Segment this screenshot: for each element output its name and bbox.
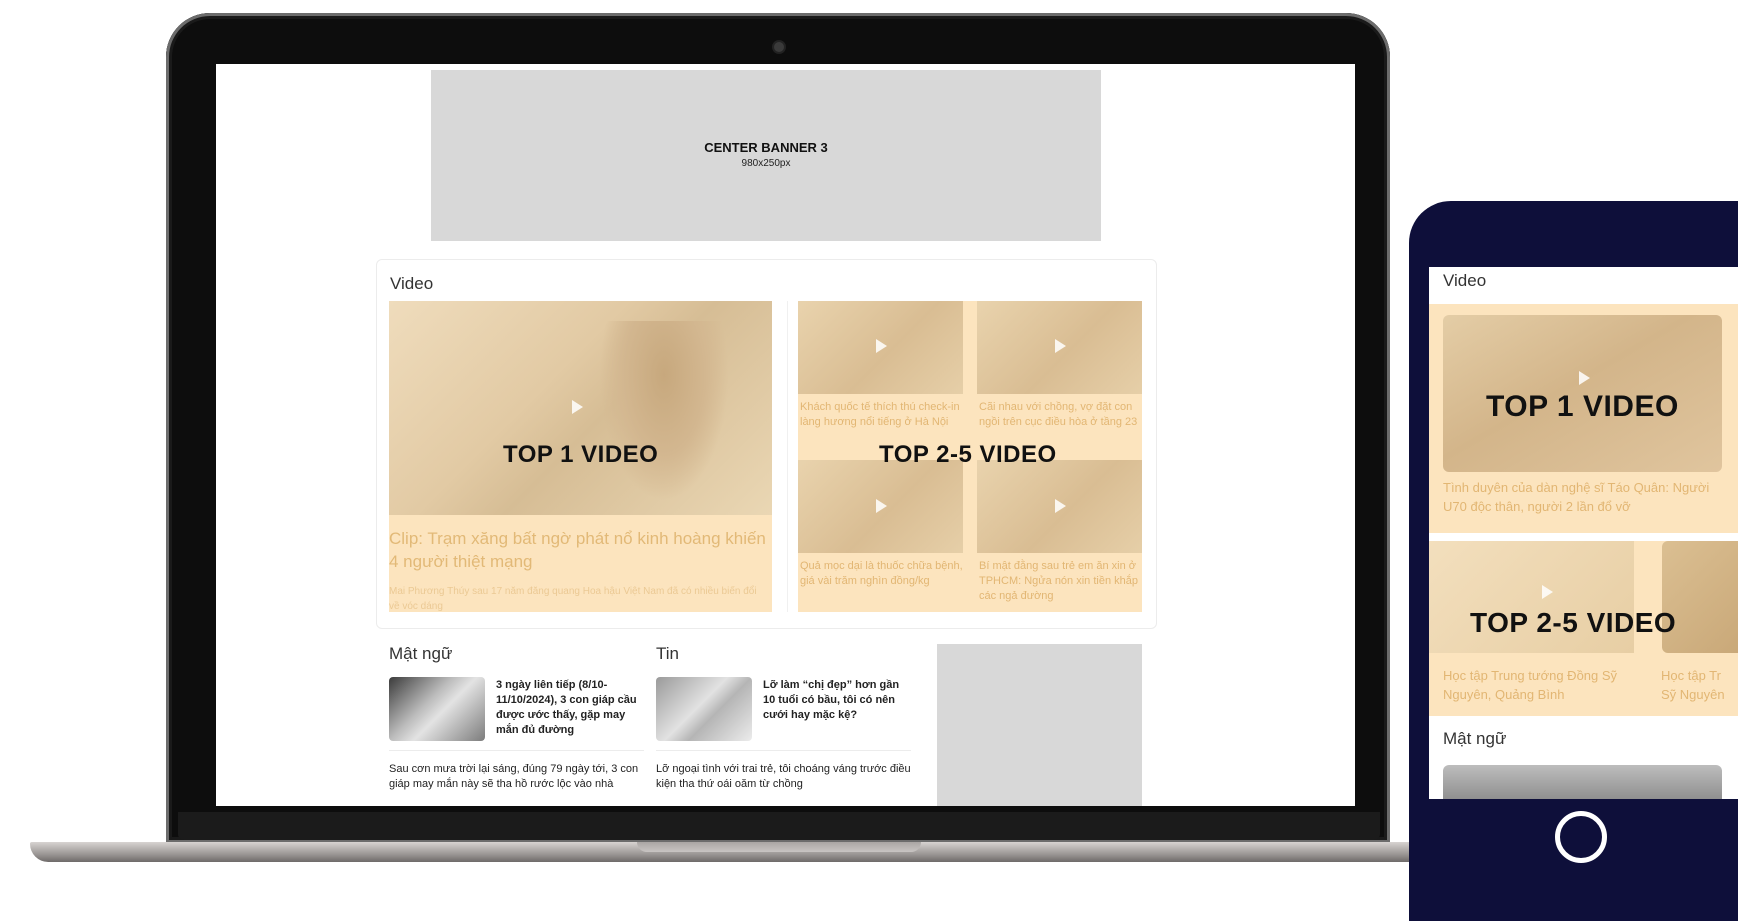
- laptop-hinge-notch: [637, 842, 921, 852]
- play-icon[interactable]: [1055, 499, 1066, 513]
- phone-screen: Video TOP 1 VIDEO Tình duyên của dàn ngh…: [1429, 267, 1738, 799]
- play-icon[interactable]: [1055, 339, 1066, 353]
- mobile-matngu-section-title[interactable]: Mật ngữ: [1443, 729, 1506, 749]
- mobile-top2-5-video-overlay-label: TOP 2-5 VIDEO: [1470, 607, 1677, 638]
- play-icon[interactable]: [876, 499, 887, 513]
- tin-section: Tin: [656, 644, 679, 664]
- center-banner-ad[interactable]: CENTER BANNER 3 980x250px: [431, 70, 1101, 241]
- tin-subheadline[interactable]: Lỡ ngoại tình với trai trẻ, tôi choáng v…: [656, 762, 911, 792]
- top2-5-video-overlay-label: TOP 2-5 VIDEO: [879, 441, 1057, 468]
- mobile-video-section-title: Video: [1443, 271, 1487, 290]
- matngu-thumbnail[interactable]: [389, 677, 485, 741]
- top1-video-description: Mai Phương Thúy sau 17 năm đăng quang Ho…: [389, 586, 757, 612]
- mobile-video-caption-2[interactable]: Học tập Trung tướng Đồng Sỹ Nguyên, Quản…: [1443, 666, 1643, 704]
- tin-section-title[interactable]: Tin: [656, 644, 679, 664]
- laptop-screen: CENTER BANNER 3 980x250px Video TOP 1 VI…: [216, 64, 1355, 806]
- play-icon[interactable]: [572, 400, 583, 414]
- tin-headline[interactable]: Lỡ làm “chị đẹp” hơn gần 10 tuổi có bầu,…: [763, 678, 911, 723]
- laptop-bezel-bottom: [178, 812, 1380, 840]
- video-divider: [787, 301, 788, 612]
- video-caption-2[interactable]: Khách quốc tế thích thú check-in làng hư…: [800, 400, 965, 430]
- mobile-matngu-thumbnail[interactable]: [1443, 765, 1722, 799]
- mobile-top1-video-caption[interactable]: Tình duyên của dàn nghệ sĩ Táo Quân: Ngư…: [1443, 478, 1735, 516]
- matngu-section: Mật ngữ: [389, 644, 452, 664]
- mobile-top1-video-card[interactable]: TOP 1 VIDEO Tình duyên của dàn nghệ sĩ T…: [1429, 304, 1738, 533]
- video-caption-5[interactable]: Bí mật đằng sau trẻ em ăn xin ở TPHCM: N…: [979, 559, 1142, 604]
- top1-video-title[interactable]: Clip: Trạm xăng bất ngờ phát nổ kinh hoà…: [389, 527, 769, 573]
- banner-title: CENTER BANNER 3: [704, 140, 828, 155]
- mobile-top1-video-overlay-label: TOP 1 VIDEO: [1486, 390, 1679, 423]
- mobile-video-caption-3[interactable]: Học tập Tr Sỹ Nguyên: [1661, 666, 1737, 704]
- top1-video-overlay-label: TOP 1 VIDEO: [503, 441, 659, 468]
- matngu-divider: [389, 750, 644, 751]
- top1-video-figure: [599, 321, 729, 501]
- video-caption-4[interactable]: Quả mọc dại là thuốc chữa bệnh, giá vài …: [800, 559, 965, 589]
- matngu-headline[interactable]: 3 ngày liên tiếp (8/10-11/10/2024), 3 co…: [496, 678, 638, 738]
- mobile-top2-5-video-carousel[interactable]: TOP 2-5 VIDEO Học tập Trung tướng Đồng S…: [1429, 541, 1738, 716]
- play-icon[interactable]: [876, 339, 887, 353]
- sidebar-ad-placeholder[interactable]: [937, 644, 1142, 806]
- tin-thumbnail[interactable]: [656, 677, 752, 741]
- laptop-camera: [774, 42, 784, 52]
- matngu-subheadline[interactable]: Sau cơn mưa trời lại sáng, đúng 79 ngày …: [389, 762, 644, 792]
- top1-video-card[interactable]: TOP 1 VIDEO Clip: Trạm xăng bất ngờ phát…: [389, 301, 772, 612]
- matngu-section-title[interactable]: Mật ngữ: [389, 644, 452, 664]
- video-section-title: Video: [390, 274, 434, 293]
- home-button-icon[interactable]: [1555, 811, 1607, 863]
- top2-5-video-grid: Khách quốc tế thích thú check-in làng hư…: [798, 301, 1142, 612]
- tin-divider: [656, 750, 911, 751]
- video-caption-3[interactable]: Cãi nhau với chồng, vợ đặt con ngồi trên…: [979, 400, 1142, 430]
- play-icon[interactable]: [1542, 585, 1553, 599]
- play-icon[interactable]: [1579, 371, 1590, 385]
- banner-size: 980x250px: [741, 158, 791, 169]
